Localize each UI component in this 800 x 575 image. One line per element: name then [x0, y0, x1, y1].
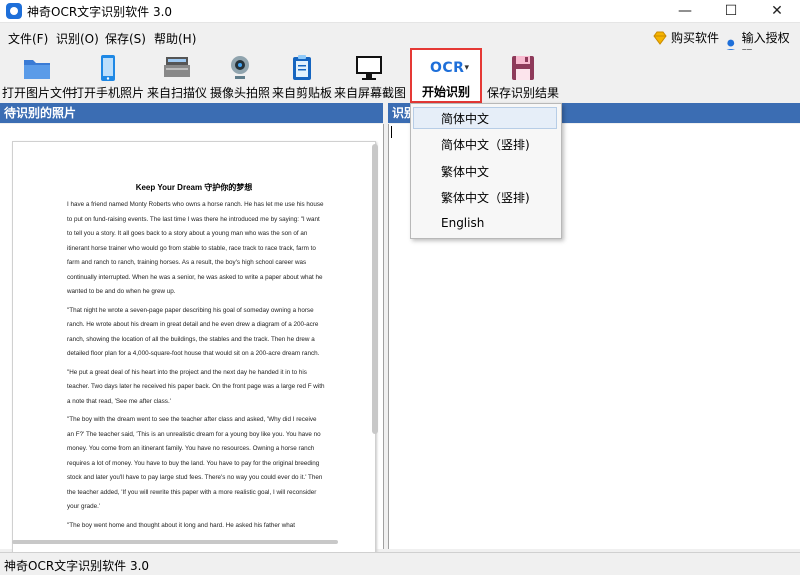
close-button[interactable]: ✕	[754, 0, 800, 22]
start-ocr-label: 开始识别	[421, 85, 470, 99]
status-text: 神奇OCR文字识别软件 3.0	[4, 559, 150, 573]
text-caret	[391, 126, 392, 138]
horizontal-scrollbar[interactable]	[12, 540, 338, 544]
lang-simplified-chinese[interactable]: 简体中文	[441, 110, 489, 127]
lang-traditional-chinese-vertical[interactable]: 繁体中文（竖排)	[441, 189, 530, 206]
folder-icon	[24, 60, 50, 79]
camera-button[interactable]: 摄像头拍照	[208, 50, 272, 100]
ocr-logo: OCR	[430, 60, 470, 76]
left-panel-header: 待识别的照片	[0, 103, 383, 123]
phone-icon	[101, 55, 115, 81]
document-paragraph: I have a friend named Monty Roberts who …	[67, 201, 324, 295]
status-bar: 神奇OCR文字识别软件 3.0	[0, 552, 800, 575]
start-ocr-button[interactable]: OCR 开始识别	[410, 48, 482, 103]
document-image: Keep Your Dream 守护你的梦想 I have a friend n…	[12, 141, 376, 558]
open-phone-label: 打开手机照片	[72, 86, 145, 100]
buy-software-link[interactable]: 购买软件	[652, 29, 719, 46]
screenshot-label: 来自屏幕截图	[334, 86, 407, 100]
image-preview-pane[interactable]: Keep Your Dream 守护你的梦想 I have a friend n…	[0, 124, 384, 558]
menu-help[interactable]: 帮助(H)	[154, 30, 196, 47]
lang-english[interactable]: English	[441, 216, 484, 230]
open-image-label: 打开图片文件	[2, 86, 75, 100]
document-paragraph: "The boy went home and thought about it …	[67, 521, 296, 529]
menu-file[interactable]: 文件(F)	[8, 30, 48, 47]
window-title: 神奇OCR文字识别软件 3.0	[27, 5, 173, 19]
toolbar: 打开图片文件 打开手机照片 来自扫描仪 摄像头拍照 来自剪贴板 来自屏幕截图 保…	[0, 50, 800, 102]
maximize-button[interactable]: ☐	[708, 0, 754, 22]
clipboard-icon	[293, 55, 311, 80]
document-paragraph: "The boy with the dream went to see the …	[67, 416, 323, 510]
scanner-button[interactable]: 来自扫描仪	[146, 50, 208, 100]
lang-traditional-chinese[interactable]: 繁体中文	[441, 163, 489, 180]
vertical-scrollbar[interactable]	[372, 144, 378, 434]
document-paragraph: "That night he wrote a seven-page paper …	[67, 306, 320, 358]
clipboard-label: 来自剪贴板	[272, 86, 333, 100]
camera-label: 摄像头拍照	[209, 86, 270, 100]
menu-recognize[interactable]: 识别(O)	[56, 30, 99, 47]
title-bar: 神奇OCR文字识别软件 3.0 — ☐ ✕	[0, 0, 800, 23]
scanner-label: 来自扫描仪	[146, 86, 207, 100]
open-phone-button[interactable]: 打开手机照片	[72, 50, 144, 100]
save-result-label: 保存识别结果	[486, 86, 559, 100]
floppy-disk-icon	[512, 56, 534, 80]
lang-simplified-chinese-vertical[interactable]: 简体中文（竖排)	[441, 136, 530, 153]
buy-software-label: 购买软件	[671, 31, 720, 45]
menu-bar: 文件(F) 识别(O) 保存(S) 帮助(H) 购买软件 输入授权码	[0, 25, 800, 62]
save-result-button[interactable]: 保存识别结果	[486, 50, 560, 100]
menu-save[interactable]: 保存(S)	[105, 30, 146, 47]
open-image-button[interactable]: 打开图片文件	[2, 50, 75, 100]
screenshot-button[interactable]: 来自屏幕截图	[334, 50, 407, 100]
ocr-language-menu: 简体中文 简体中文（竖排) 繁体中文 繁体中文（竖排) English	[410, 103, 562, 239]
app-icon	[6, 3, 22, 19]
buy-icon	[653, 31, 667, 45]
document-paragraph: "He put a great deal of his heart into t…	[67, 368, 325, 405]
minimize-button[interactable]: —	[662, 0, 708, 22]
webcam-icon	[231, 56, 249, 79]
clipboard-button[interactable]: 来自剪贴板	[272, 50, 332, 100]
document-body: I have a friend named Monty Roberts who …	[67, 198, 325, 537]
scanner-icon	[164, 57, 190, 77]
monitor-icon	[356, 56, 382, 80]
document-title: Keep Your Dream 守护你的梦想	[135, 183, 253, 192]
